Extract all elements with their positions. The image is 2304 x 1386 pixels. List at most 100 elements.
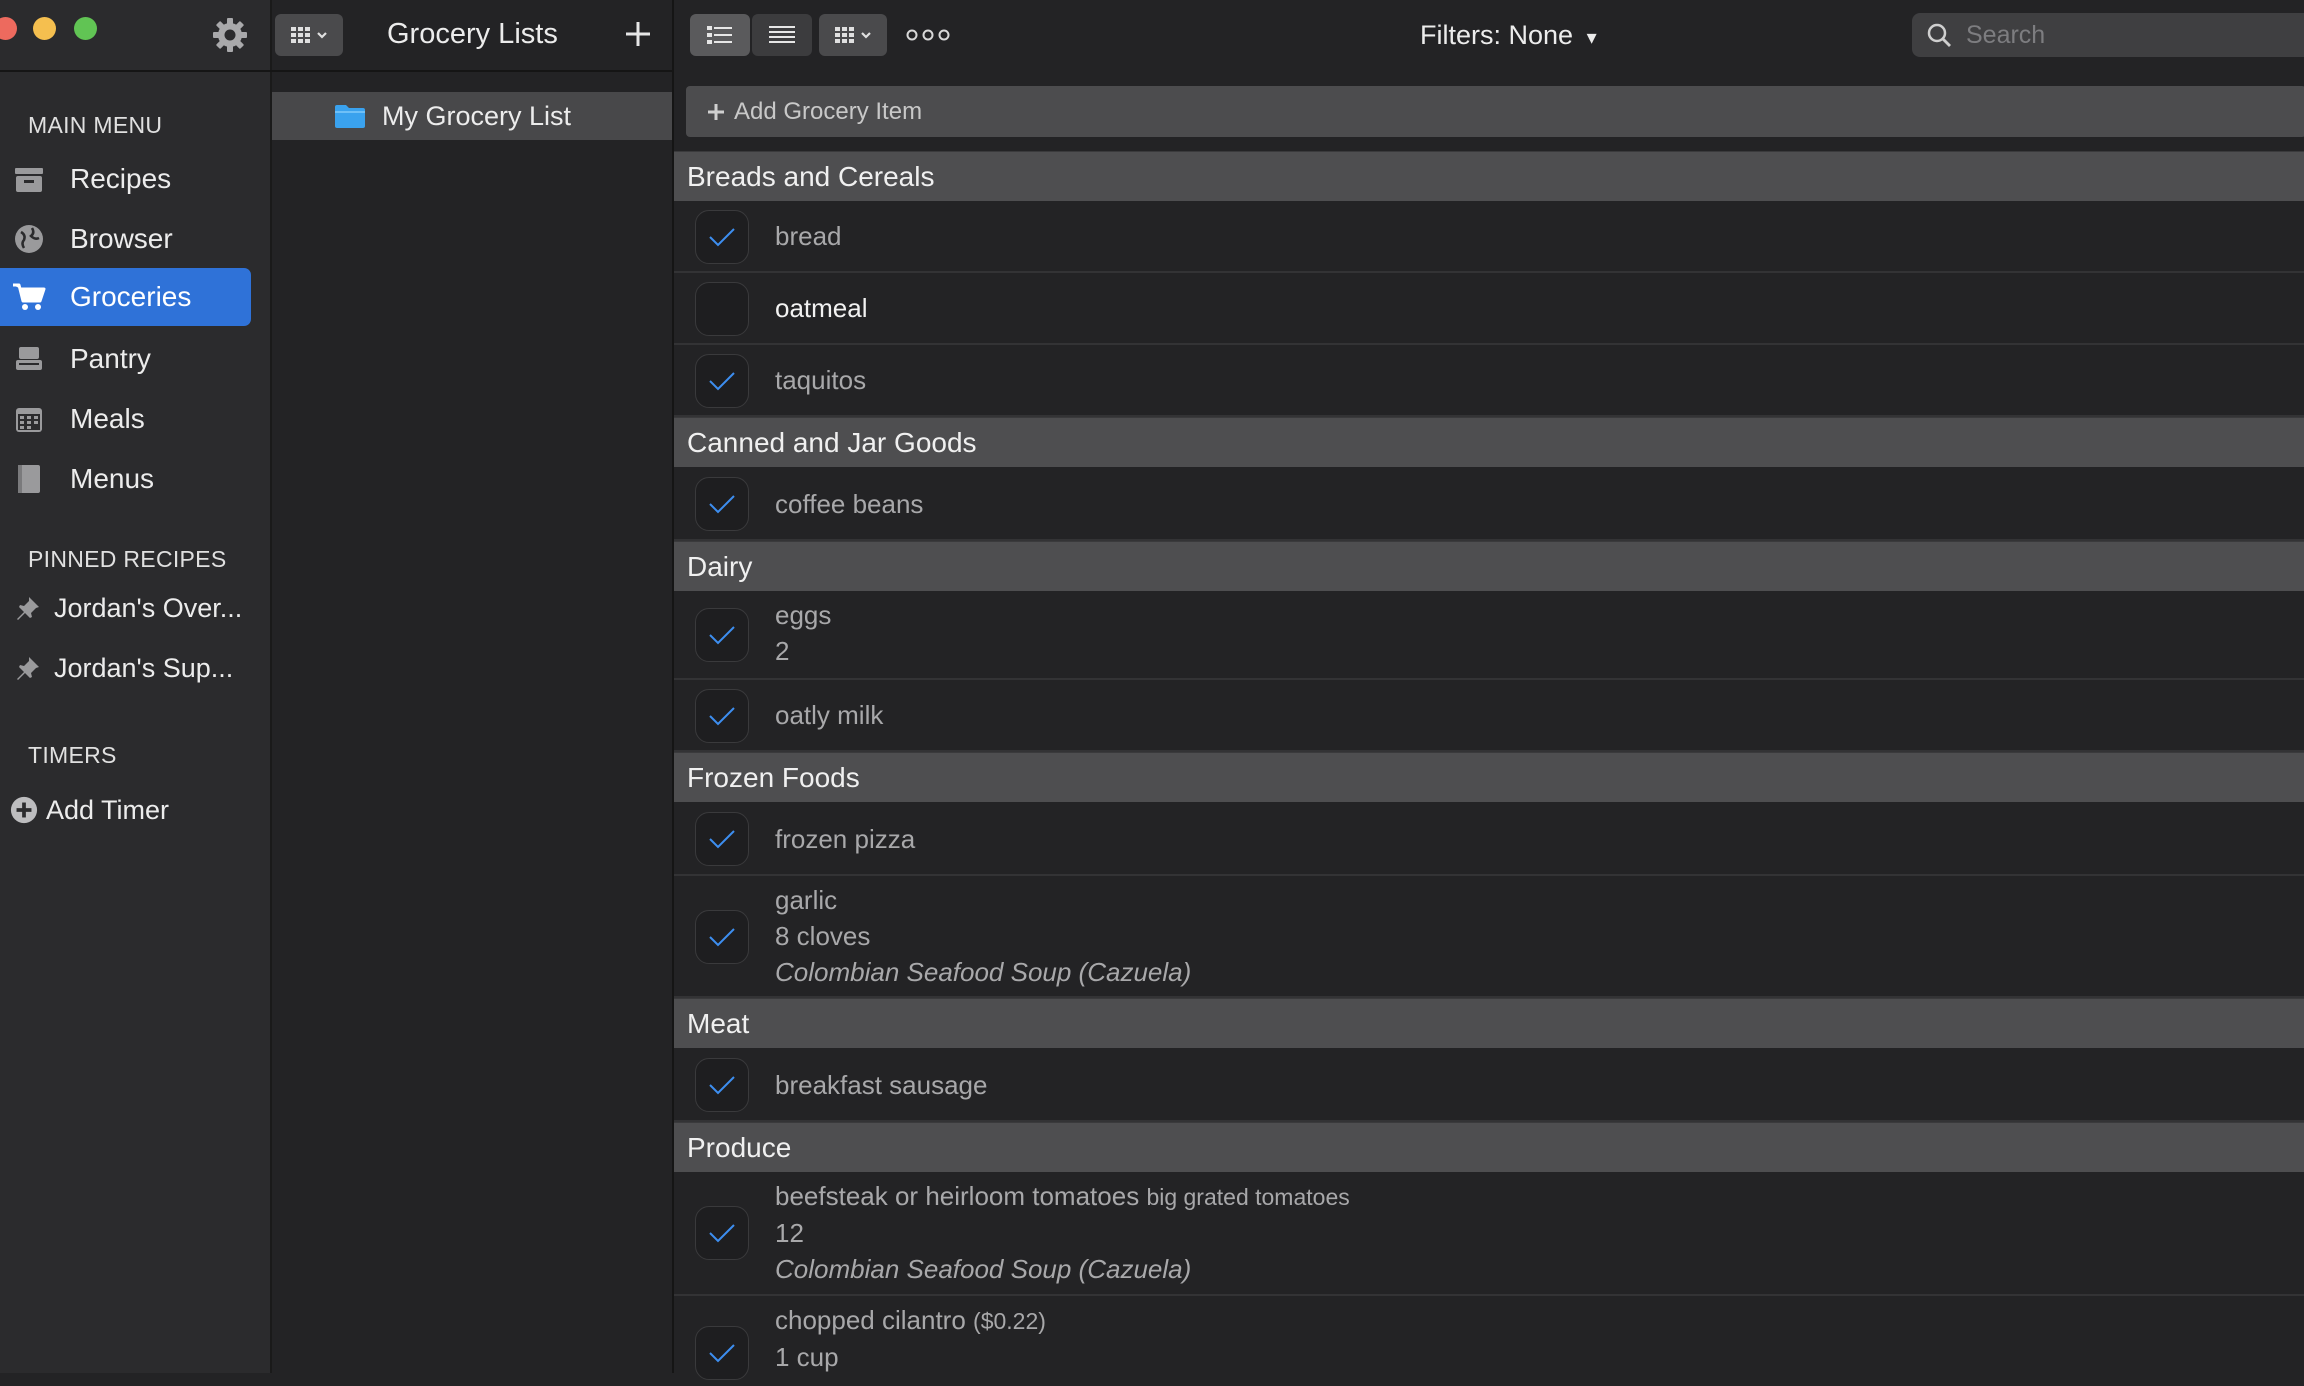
item-note: big grated tomatoes xyxy=(1146,1184,1350,1210)
item-checkbox[interactable] xyxy=(695,910,749,964)
item-quantity: 1 cup xyxy=(775,1342,839,1372)
item-checkbox[interactable] xyxy=(695,477,749,531)
pinned-recipe-item[interactable]: Jordan's Over... xyxy=(0,583,260,633)
lists-header: Grocery Lists xyxy=(272,0,672,70)
checkmark-icon xyxy=(709,372,735,391)
compact-list-view-button[interactable] xyxy=(752,14,812,56)
item-name: eggs xyxy=(775,600,832,630)
checkmark-icon xyxy=(709,228,735,247)
item-checkbox[interactable] xyxy=(695,689,749,743)
category-header: Frozen Foods xyxy=(674,752,2304,802)
category-header: Canned and Jar Goods xyxy=(674,417,2304,467)
add-grocery-item-label: Add Grocery Item xyxy=(734,97,923,125)
grocery-items-main: Filters: None ▾ Add Grocery Item Breads … xyxy=(674,0,2304,1380)
grocery-item-row[interactable]: bread xyxy=(674,201,2304,273)
pantry-icon xyxy=(12,342,46,376)
minimize-window-button[interactable] xyxy=(33,17,56,40)
grocery-lists-panel: Grocery Lists My Grocery List xyxy=(272,0,674,1373)
pinned-recipe-item[interactable]: Jordan's Sup... xyxy=(0,643,260,693)
item-recipe-link[interactable]: Colombian Seafood Soup (Cazuela) xyxy=(775,954,1191,990)
sidebar-item-menus[interactable]: Menus xyxy=(0,450,251,508)
item-note: ($0.22) xyxy=(973,1308,1046,1334)
item-quantity: 12 xyxy=(775,1218,804,1248)
sidebar-item-meals[interactable]: Meals xyxy=(0,390,251,448)
pin-icon xyxy=(14,595,42,621)
sidebar-item-label: Pantry xyxy=(70,343,151,374)
grocery-item-row[interactable]: breakfast sausage xyxy=(674,1048,2304,1122)
pinned-recipes-title: PINNED RECIPES xyxy=(28,546,227,572)
list-icon xyxy=(769,26,795,43)
close-window-button[interactable] xyxy=(0,17,17,40)
grocery-item-row[interactable]: oatly milk xyxy=(674,680,2304,752)
checkmark-icon xyxy=(709,1224,735,1243)
zoom-window-button[interactable] xyxy=(74,17,97,40)
recipe-box-icon xyxy=(12,162,46,196)
folder-icon xyxy=(334,103,366,129)
item-checkbox[interactable] xyxy=(695,354,749,408)
grocery-item-row[interactable]: eggs 2 xyxy=(674,591,2304,680)
checkmark-icon xyxy=(709,707,735,726)
checkmark-icon xyxy=(709,1076,735,1095)
grocery-item-row[interactable]: beefsteak or heirloom tomatoes big grate… xyxy=(674,1172,2304,1296)
timers-title: TIMERS xyxy=(28,742,117,768)
search-field[interactable] xyxy=(1912,13,2304,57)
grocery-item-row[interactable]: garlic 8 cloves Colombian Seafood Soup (… xyxy=(674,876,2304,998)
add-timer-button[interactable]: Add Timer xyxy=(0,785,260,835)
book-icon xyxy=(12,462,46,496)
detailed-list-view-button[interactable] xyxy=(690,14,750,56)
item-name: coffee beans xyxy=(775,489,924,519)
item-checkbox[interactable] xyxy=(695,1058,749,1112)
checkmark-icon xyxy=(709,928,735,947)
item-checkbox[interactable] xyxy=(695,1326,749,1380)
cart-icon xyxy=(12,280,46,314)
checkmark-icon xyxy=(709,626,735,645)
item-checkbox[interactable] xyxy=(695,812,749,866)
item-name: oatmeal xyxy=(775,293,868,323)
sidebar-item-groceries[interactable]: Groceries xyxy=(0,268,251,326)
panel-title: Grocery Lists xyxy=(387,18,558,50)
detail-list-icon xyxy=(707,26,732,44)
item-name: frozen pizza xyxy=(775,824,916,854)
pinned-recipe-label: Jordan's Over... xyxy=(54,592,243,623)
grocery-item-row[interactable]: coffee beans xyxy=(674,467,2304,541)
item-checkbox[interactable] xyxy=(695,210,749,264)
add-timer-label: Add Timer xyxy=(46,794,170,825)
chevron-down-icon: ▾ xyxy=(1586,27,1597,49)
grocery-item-row[interactable]: oatmeal xyxy=(674,273,2304,345)
sidebar: MAIN MENU Recipes Browser Groceries Pant… xyxy=(0,0,272,1373)
sidebar-item-recipes[interactable]: Recipes xyxy=(0,150,251,208)
add-list-button[interactable] xyxy=(618,14,658,54)
item-quantity: 8 cloves xyxy=(775,921,871,951)
plus-icon xyxy=(706,102,726,122)
search-icon xyxy=(1926,22,1952,48)
gear-icon[interactable] xyxy=(210,15,250,55)
category-header: Dairy xyxy=(674,541,2304,591)
sidebar-item-label: Browser xyxy=(70,223,173,254)
category-header: Meat xyxy=(674,998,2304,1048)
view-mode-dropdown[interactable] xyxy=(275,14,343,56)
more-options-button[interactable] xyxy=(904,22,952,48)
category-header: Produce xyxy=(674,1122,2304,1172)
sidebar-item-pantry[interactable]: Pantry xyxy=(0,330,251,388)
calendar-icon xyxy=(12,402,46,436)
list-item-label: My Grocery List xyxy=(382,100,572,131)
pinned-recipe-label: Jordan's Sup... xyxy=(54,652,234,683)
filters-dropdown[interactable]: Filters: None ▾ xyxy=(1420,20,1597,51)
globe-icon xyxy=(12,222,46,256)
add-grocery-item-button[interactable]: Add Grocery Item xyxy=(686,86,2304,137)
checkmark-icon xyxy=(709,495,735,514)
grocery-item-row[interactable]: taquitos xyxy=(674,345,2304,417)
grid-view-icon xyxy=(835,27,871,43)
list-item-my-grocery-list[interactable]: My Grocery List xyxy=(272,92,672,140)
item-checkbox[interactable] xyxy=(695,282,749,336)
item-name: breakfast sausage xyxy=(775,1070,988,1100)
item-recipe-link[interactable]: Colombian Seafood Soup (Cazuela) xyxy=(775,1251,1350,1287)
search-input[interactable] xyxy=(1964,19,2268,51)
item-checkbox[interactable] xyxy=(695,608,749,662)
grid-view-dropdown[interactable] xyxy=(819,14,887,56)
grocery-item-row[interactable]: frozen pizza xyxy=(674,802,2304,876)
item-name: chopped cilantro xyxy=(775,1305,966,1335)
sidebar-item-browser[interactable]: Browser xyxy=(0,210,251,268)
item-checkbox[interactable] xyxy=(695,1206,749,1260)
more-icon xyxy=(906,29,950,41)
